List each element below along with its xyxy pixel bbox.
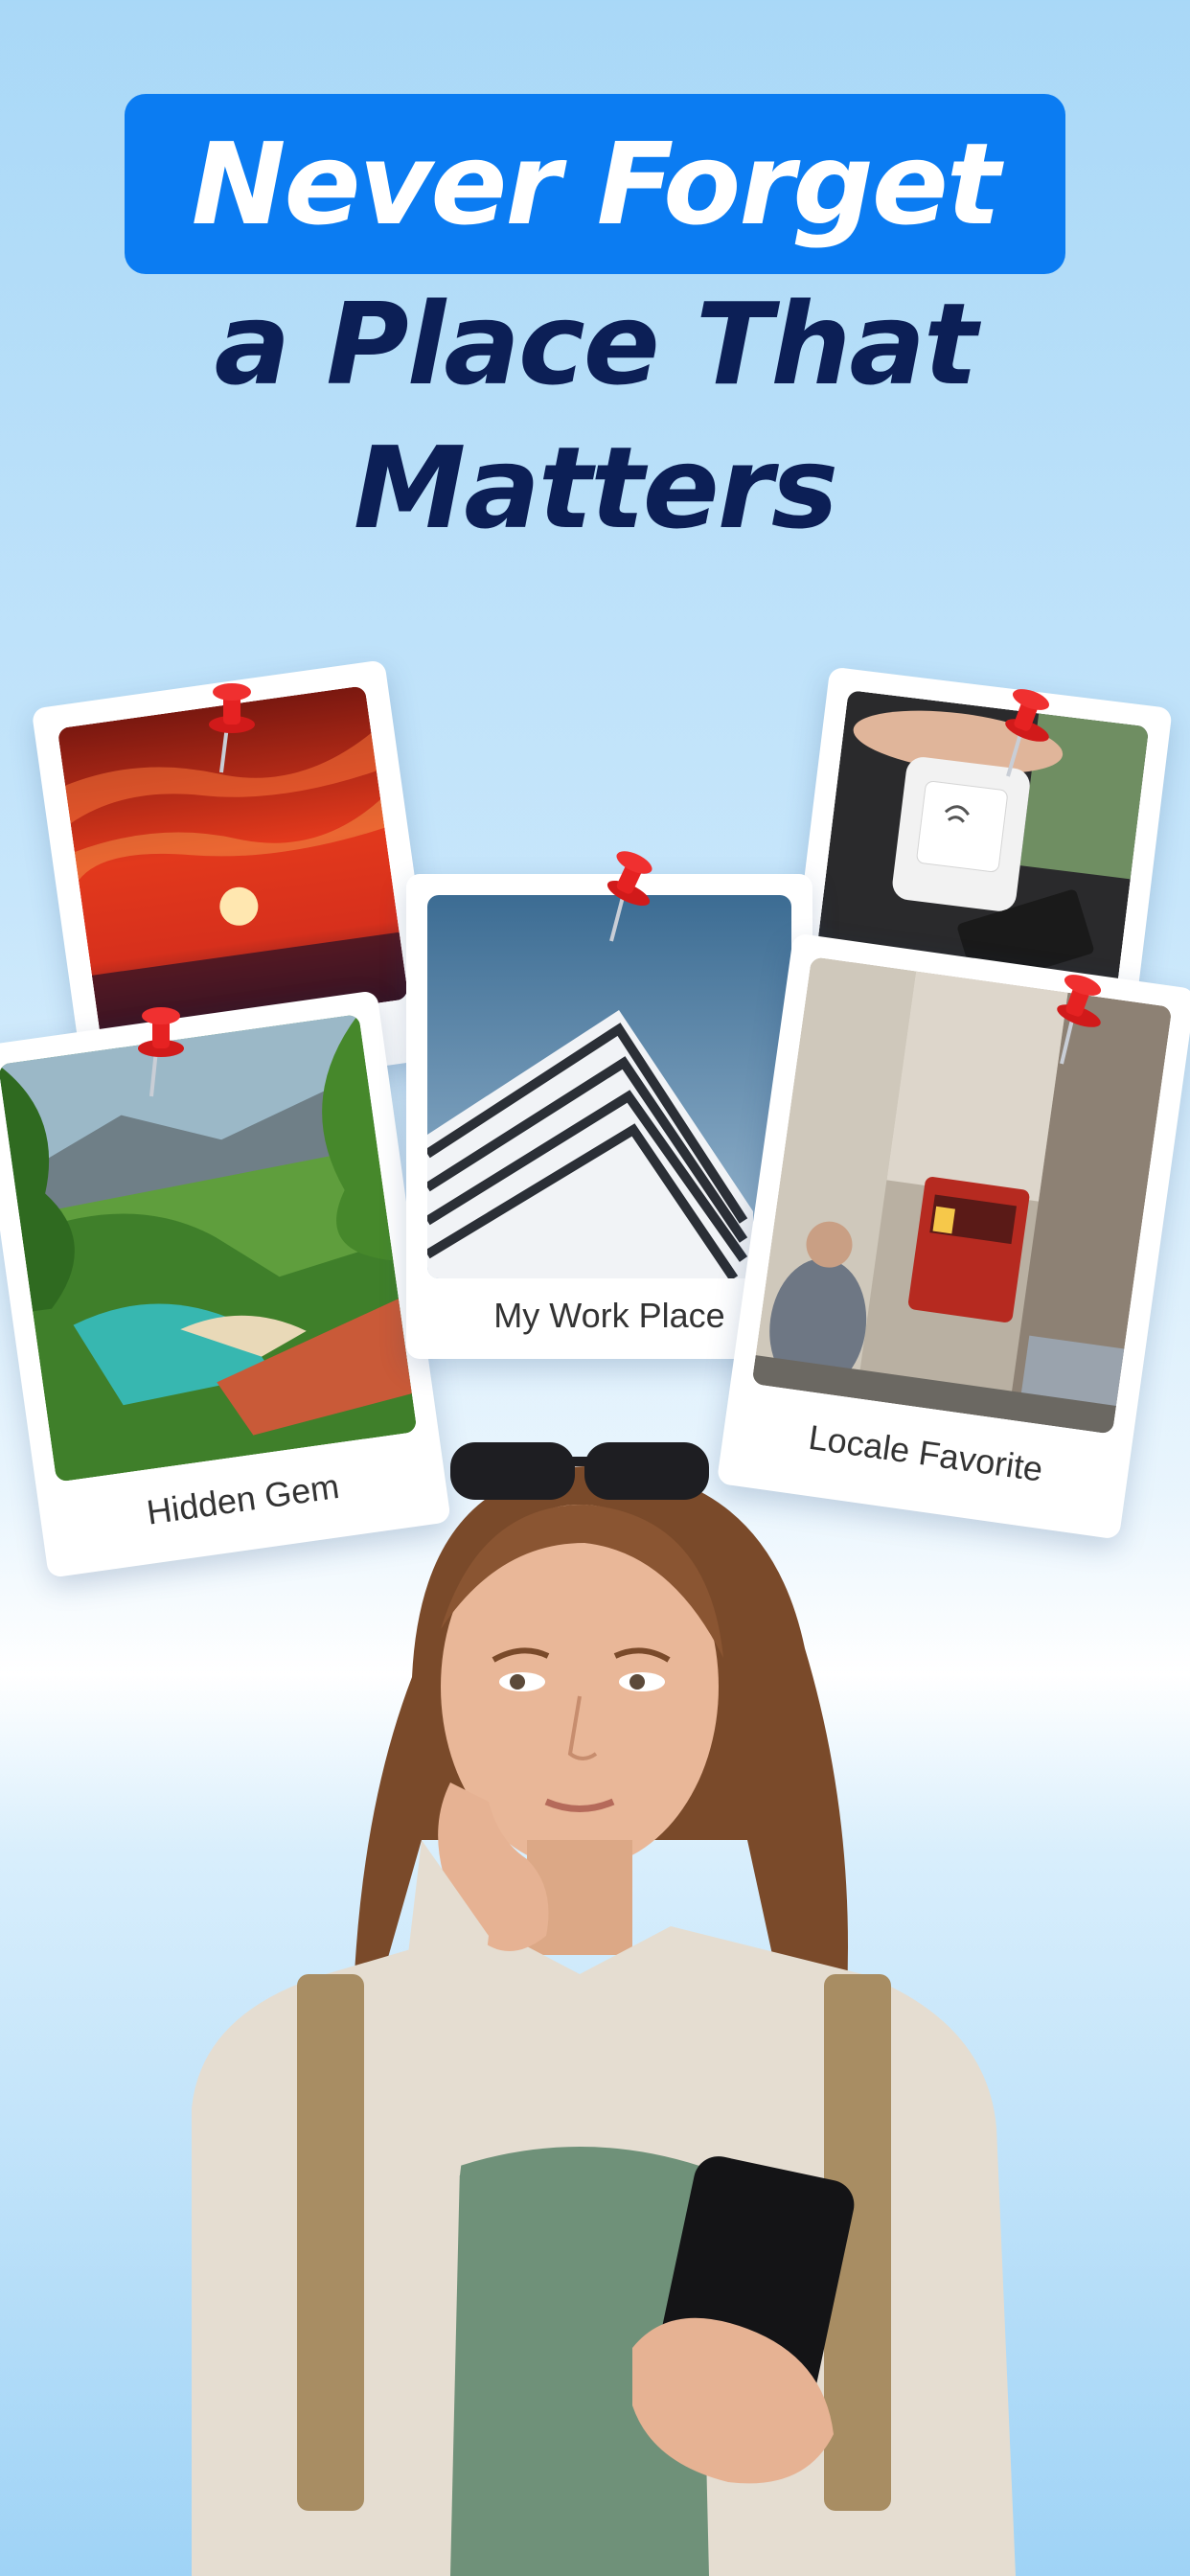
headline-line-1: Never Forget [191,118,1001,250]
headline-line-2: a Place That [214,278,978,410]
push-pin-icon [606,851,652,942]
photo-locale-favorite [751,956,1173,1435]
photo-work-place [427,895,791,1278]
woman-with-phone-image [192,1442,1016,2576]
headline-line-3: Matters [353,422,838,554]
photo-hidden-gem [0,1014,418,1483]
push-pin-icon [1005,689,1050,777]
push-pin-icon [1057,975,1102,1065]
push-pin-icon [209,683,255,773]
push-pin-icon [138,1007,184,1097]
